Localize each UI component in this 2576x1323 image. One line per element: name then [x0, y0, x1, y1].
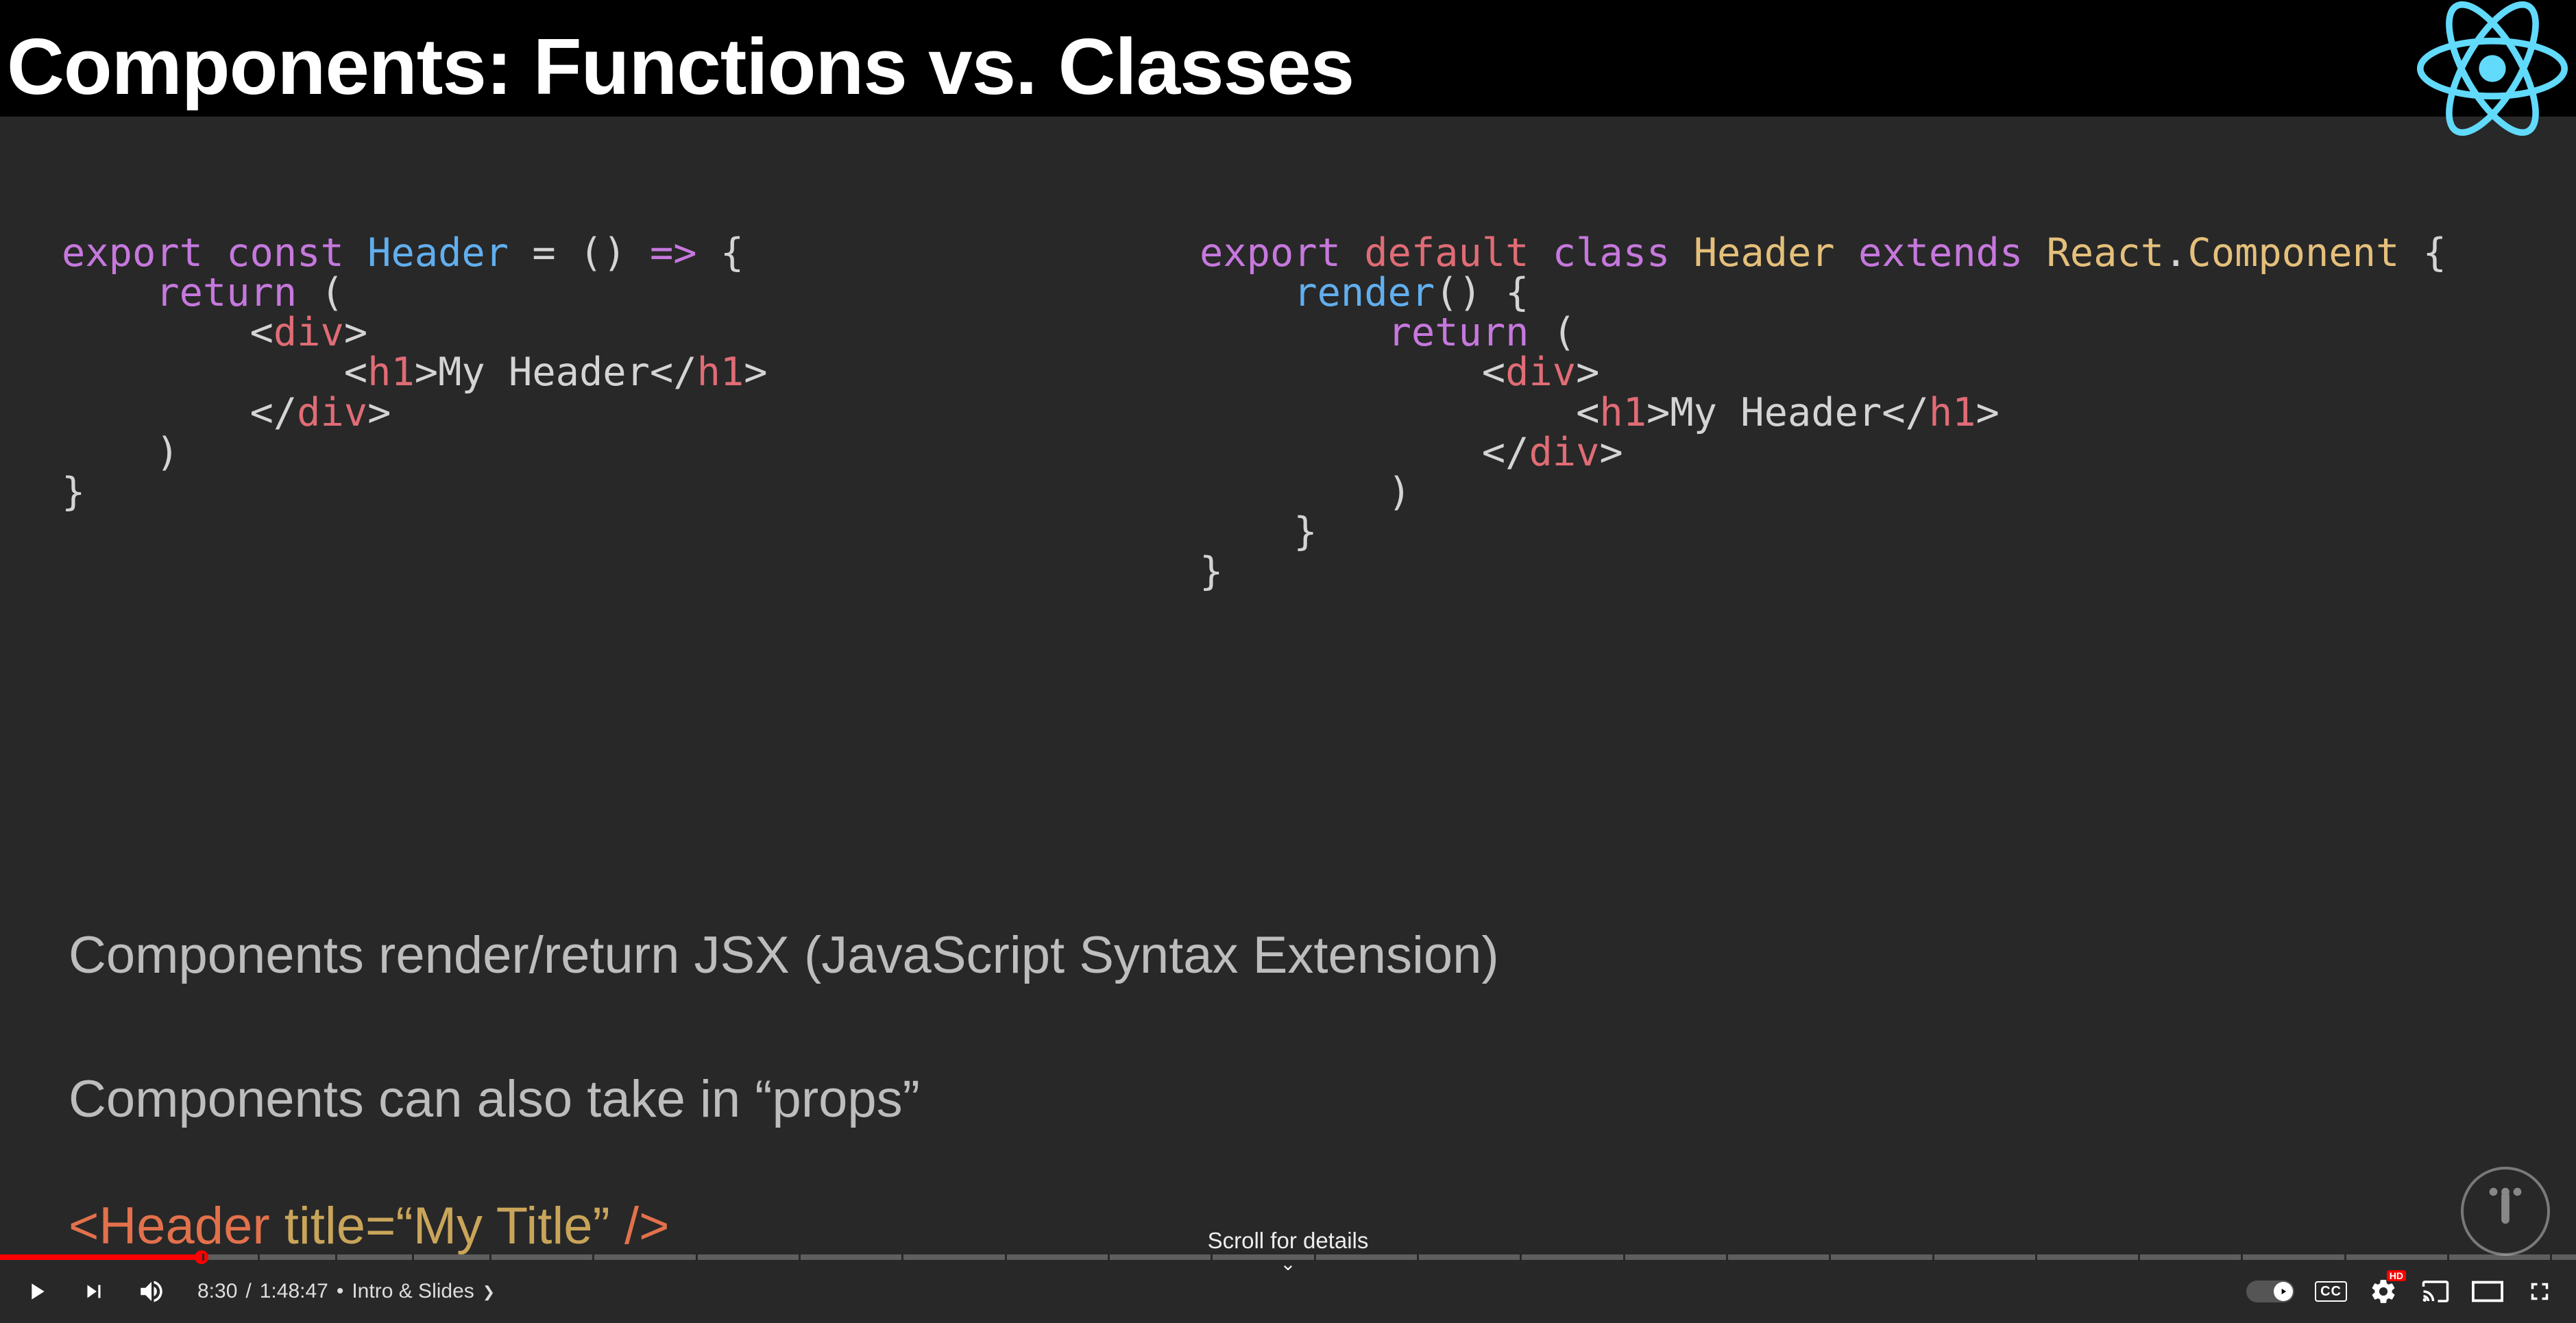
video-content[interactable]: Components: Functions vs. Classes export…: [0, 0, 2576, 1323]
progress-bar[interactable]: [0, 1254, 2576, 1260]
captions-button[interactable]: CC: [2315, 1281, 2347, 1302]
volume-button[interactable]: [136, 1276, 167, 1307]
watermark-letter: [2481, 1182, 2529, 1241]
fullscreen-button[interactable]: [2524, 1276, 2555, 1307]
duration: 1:48:47: [260, 1280, 328, 1303]
channel-watermark[interactable]: [2461, 1167, 2550, 1256]
class-component-code: export default class Header extends Reac…: [1200, 233, 2502, 592]
next-button[interactable]: [78, 1276, 110, 1307]
progress-played: [0, 1254, 202, 1260]
cast-button[interactable]: [2420, 1276, 2451, 1307]
scroll-hint-text: Scroll for details: [1208, 1228, 1369, 1253]
player-controls: 8:30 / 1:48:47 • Intro & Slides ❯ CC HD: [0, 1260, 2576, 1323]
hd-badge: HD: [2387, 1270, 2406, 1281]
time-separator: /: [245, 1280, 251, 1303]
function-component-code: export const Header = () => { return ( <…: [62, 233, 1076, 512]
autoplay-toggle[interactable]: [2246, 1280, 2294, 1302]
react-logo-icon: [2417, 0, 2568, 141]
slide-bullet-2: Components can also take in “props”: [69, 1069, 920, 1129]
settings-button[interactable]: HD: [2368, 1276, 2399, 1307]
theater-mode-button[interactable]: [2472, 1276, 2503, 1307]
autoplay-knob: [2274, 1282, 2293, 1301]
slide-jsx-example: <Header title=“My Title” />: [69, 1196, 669, 1256]
chapter-separator: •: [337, 1280, 344, 1303]
current-time: 8:30: [197, 1280, 237, 1303]
play-button[interactable]: [21, 1276, 52, 1307]
slide-bullet-1: Components render/return JSX (JavaScript…: [69, 925, 1499, 985]
chapter-name[interactable]: Intro & Slides: [352, 1280, 474, 1303]
slide-title: Components: Functions vs. Classes: [7, 21, 1354, 112]
chevron-right-icon[interactable]: ❯: [483, 1283, 495, 1301]
time-display: 8:30 / 1:48:47 • Intro & Slides ❯: [197, 1280, 495, 1303]
